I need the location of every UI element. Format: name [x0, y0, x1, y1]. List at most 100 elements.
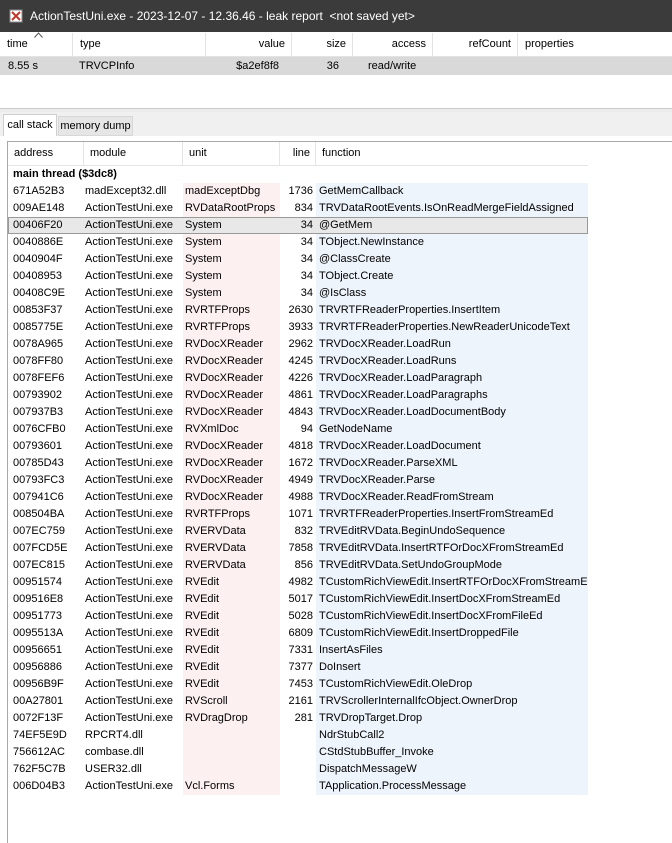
address-cell: 007FCD5E — [13, 542, 68, 554]
tab-call-stack[interactable]: call stack — [3, 114, 57, 136]
address-cell: 009AE148 — [13, 202, 65, 214]
module-cell: ActionTestUni.exe — [85, 627, 174, 639]
call-stack-row[interactable]: 007EC815 ActionTestUni.exe RVERVData 856 TRV… — [8, 557, 588, 574]
address-cell: 006D04B3 — [13, 780, 65, 792]
column-header-type[interactable]: type — [73, 33, 206, 56]
call-stack-row[interactable]: 008504BA ActionTestUni.exe RVRTFProps 1071 T… — [8, 506, 588, 523]
line-cell: 856 — [294, 559, 313, 571]
module-cell: ActionTestUni.exe — [85, 338, 174, 350]
call-stack-row[interactable]: 007937B3 ActionTestUni.exe RVDocXReader 484… — [8, 404, 588, 421]
unit-cell: RVDocXReader — [185, 389, 264, 401]
line-cell: 4982 — [288, 576, 313, 588]
address-cell: 00793601 — [13, 440, 62, 452]
column-header-refcount[interactable]: refCount — [433, 33, 518, 56]
line-cell: 832 — [294, 525, 313, 537]
call-stack-row[interactable]: 74EF5E9D RPCRT4.dll NdrStubCall2 — [8, 727, 588, 744]
call-stack-row[interactable]: 671A52B3 madExcept32.dll madExceptDbg 1736 G… — [8, 183, 588, 200]
call-stack-row[interactable]: 009516E8 ActionTestUni.exe RVEdit 5017 TCust… — [8, 591, 588, 608]
column-header-module[interactable]: module — [84, 142, 183, 165]
call-stack-row[interactable]: 0072F13F ActionTestUni.exe RVDragDrop 281 TR… — [8, 710, 588, 727]
call-stack-row[interactable]: 0085775E ActionTestUni.exe RVRTFProps 3933 T… — [8, 319, 588, 336]
column-header-properties[interactable]: properties — [518, 33, 672, 56]
line-cell: 2962 — [288, 338, 313, 350]
unit-cell: RVDragDrop — [185, 712, 248, 724]
line-cell: 4949 — [288, 474, 313, 486]
unit-cell: RVDocXReader — [185, 457, 264, 469]
address-cell: 007941C6 — [13, 491, 64, 503]
unit-cell: RVDocXReader — [185, 491, 264, 503]
column-header-unit[interactable]: unit — [183, 142, 280, 165]
leak-list-row[interactable]: 8.55 s TRVCPInfo $a2ef8f8 36 read/write — [0, 57, 672, 75]
address-cell: 00785D43 — [13, 457, 64, 469]
call-stack-row[interactable]: 00793FC3 ActionTestUni.exe RVDocXReader 494… — [8, 472, 588, 489]
call-stack-row[interactable]: 756612AC combase.dll CStdStubBuffer_Invoke — [8, 744, 588, 761]
unit-cell: RVDocXReader — [185, 406, 264, 418]
call-stack-row[interactable]: 00408C9E ActionTestUni.exe System 34 @IsClas… — [8, 285, 588, 302]
call-stack-row[interactable]: 00951773 ActionTestUni.exe RVEdit 5028 TCust… — [8, 608, 588, 625]
column-header-size[interactable]: size — [292, 33, 353, 56]
call-stack-row[interactable]: 00785D43 ActionTestUni.exe RVDocXReader 167… — [8, 455, 588, 472]
unit-cell — [185, 761, 280, 778]
call-stack-row[interactable]: 00956886 ActionTestUni.exe RVEdit 7377 DoIns… — [8, 659, 588, 676]
leak-access: read/write — [368, 60, 417, 72]
line-cell: 1071 — [288, 508, 313, 520]
line-cell — [280, 744, 313, 761]
call-stack-row[interactable]: 007EC759 ActionTestUni.exe RVERVData 832 TRV… — [8, 523, 588, 540]
unit-cell: RVERVData — [185, 525, 246, 537]
call-stack-row[interactable]: 009AE148 ActionTestUni.exe RVDataRootProps… — [8, 200, 588, 217]
function-cell: @IsClass — [319, 287, 367, 299]
call-stack-row[interactable]: 0095513A ActionTestUni.exe RVEdit 6809 TCust… — [8, 625, 588, 642]
address-cell: 007937B3 — [13, 406, 64, 418]
line-cell: 4818 — [288, 440, 313, 452]
column-header-access[interactable]: access — [353, 33, 433, 56]
tab-memory-dump[interactable]: memory dump — [58, 116, 133, 136]
call-stack-row[interactable]: 00793601 ActionTestUni.exe RVDocXReader 481… — [8, 438, 588, 455]
call-stack-row[interactable]: 0040886E ActionTestUni.exe System 34 TObject… — [8, 234, 588, 251]
call-stack-row[interactable]: 0078A965 ActionTestUni.exe RVDocXReader 296… — [8, 336, 588, 353]
call-stack-row[interactable]: 00956651 ActionTestUni.exe RVEdit 7331 Inser… — [8, 642, 588, 659]
line-cell: 4245 — [288, 355, 313, 367]
module-cell: ActionTestUni.exe — [85, 440, 174, 452]
unit-cell: RVXmlDoc — [185, 423, 239, 435]
module-cell: ActionTestUni.exe — [85, 389, 174, 401]
line-cell: 834 — [294, 202, 313, 214]
module-cell: ActionTestUni.exe — [85, 355, 174, 367]
unit-cell: RVDocXReader — [185, 372, 264, 384]
call-stack-row[interactable]: 0078FF80 ActionTestUni.exe RVDocXReader 424… — [8, 353, 588, 370]
call-stack-row[interactable]: 0040904F ActionTestUni.exe System 34 @ClassC… — [8, 251, 588, 268]
address-cell: 00853F37 — [13, 304, 63, 316]
function-cell: @GetMem — [319, 219, 373, 231]
unit-cell: RVDocXReader — [185, 440, 264, 452]
line-cell — [280, 778, 313, 795]
call-stack-row[interactable]: 007FCD5E ActionTestUni.exe RVERVData 7858 TR… — [8, 540, 588, 557]
call-stack-row[interactable]: 00956B9F ActionTestUni.exe RVEdit 7453 TCust… — [8, 676, 588, 693]
column-header-value[interactable]: value — [206, 33, 292, 56]
call-stack-row[interactable]: 00853F37 ActionTestUni.exe RVRTFProps 2630 T… — [8, 302, 588, 319]
function-cell: TCustomRichViewEdit.InsertDocXFromFileEd — [319, 610, 543, 622]
call-stack-header: address module unit line function — [8, 142, 588, 166]
unit-cell: RVDocXReader — [185, 338, 264, 350]
address-cell: 00951574 — [13, 576, 62, 588]
call-stack-row[interactable]: 007941C6 ActionTestUni.exe RVDocXReader 498… — [8, 489, 588, 506]
call-stack-row[interactable]: 0078FEF6 ActionTestUni.exe RVDocXReader 422… — [8, 370, 588, 387]
module-cell: ActionTestUni.exe — [85, 678, 174, 690]
column-header-time[interactable]: time — [0, 32, 73, 56]
column-header-label: time — [7, 38, 28, 50]
call-stack-row[interactable]: 00A27801 ActionTestUni.exe RVScroll 2161 TRV… — [8, 693, 588, 710]
function-cell: NdrStubCall2 — [319, 729, 385, 741]
call-stack-row[interactable]: 00408953 ActionTestUni.exe System 34 TObject… — [8, 268, 588, 285]
call-stack-row[interactable]: 006D04B3 ActionTestUni.exe Vcl.Forms TAppli… — [8, 778, 588, 795]
call-stack-row[interactable]: 0076CFB0 ActionTestUni.exe RVXmlDoc 94 GetNo… — [8, 421, 588, 438]
column-header-address[interactable]: address — [8, 142, 84, 165]
function-cell: TRVDocXReader.LoadParagraphs — [319, 389, 488, 401]
call-stack-row[interactable]: 762F5C7B USER32.dll DispatchMessageW — [8, 761, 588, 778]
column-header-function[interactable]: function — [316, 142, 588, 165]
function-cell: TRVDocXReader.Parse — [319, 474, 435, 486]
function-cell: @ClassCreate — [319, 253, 391, 265]
function-cell: TRVDocXReader.LoadDocumentBody — [319, 406, 506, 418]
column-header-line[interactable]: line — [280, 142, 316, 165]
call-stack-row[interactable]: 00406F20 ActionTestUni.exe System 34 @GetMem — [8, 217, 588, 234]
call-stack-row[interactable]: 00793902 ActionTestUni.exe RVDocXReader 486… — [8, 387, 588, 404]
call-stack-row[interactable]: 00951574 ActionTestUni.exe RVEdit 4982 TCust… — [8, 574, 588, 591]
module-cell: ActionTestUni.exe — [85, 270, 174, 282]
